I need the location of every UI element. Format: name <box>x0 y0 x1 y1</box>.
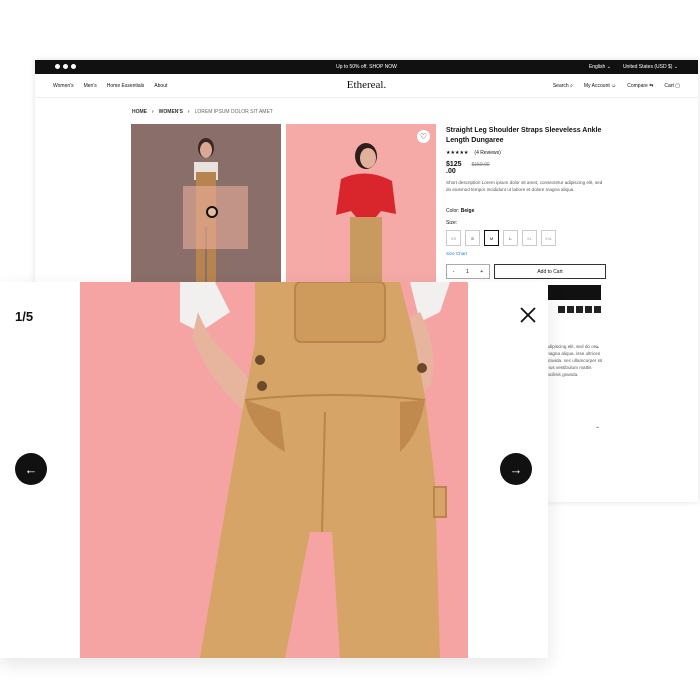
search-icon: ⌕ <box>570 83 573 89</box>
compare-link[interactable]: Compare ⇆ <box>627 83 653 89</box>
color-selector: Color: Beige <box>446 208 606 214</box>
previous-image-button[interactable]: ← <box>15 453 47 485</box>
compare-label: Compare <box>627 83 648 89</box>
size-option-l[interactable]: L <box>503 230 518 246</box>
review-count[interactable]: (4 Reviews) <box>474 150 500 156</box>
current-price: $125 <box>446 161 462 168</box>
bag-icon: ▢ <box>675 83 680 89</box>
price-cents: .00 <box>446 168 456 175</box>
stage: Up to 50% off. SHOP NOW English ⌄ United… <box>0 0 700 700</box>
star-rating: ★★★★★ <box>446 150 469 156</box>
heart-icon[interactable]: ♡ <box>417 130 430 143</box>
locale-selectors: English ⌄ United States (USD $) ⌄ <box>589 64 678 70</box>
arrow-left-icon: ← <box>24 461 38 477</box>
breadcrumb-category[interactable]: WOMEN'S <box>159 109 183 115</box>
plus-icon[interactable]: + <box>480 269 483 275</box>
announcement-bar: Up to 50% off. SHOP NOW English ⌄ United… <box>35 60 698 74</box>
search-link[interactable]: Search ⌕ <box>553 83 573 89</box>
chevron-up-icon[interactable]: ⌃ <box>595 426 600 433</box>
chevron-right-icon: › <box>152 109 154 115</box>
currency-value: United States (USD $) <box>622 64 673 70</box>
size-option-xs[interactable]: XS <box>446 230 461 246</box>
email-icon[interactable] <box>594 306 601 313</box>
quantity-value: 1 <box>465 268 469 275</box>
add-to-cart-button[interactable]: Add to Cart <box>494 264 606 279</box>
model-figure <box>336 143 396 284</box>
account-link[interactable]: My Account ☺ <box>584 83 616 89</box>
arrow-right-icon: → <box>509 461 523 477</box>
size-chart-link[interactable]: Size Chart <box>446 251 606 256</box>
size-option-xxl[interactable]: XXL <box>541 230 556 246</box>
image-lightbox: 1/5 ← → <box>0 282 548 658</box>
size-option-m[interactable]: M <box>484 230 499 246</box>
rating: ★★★★★ (4 Reviews) <box>446 150 606 156</box>
short-description: Short description Lorem ipsum dolor sit … <box>446 180 603 192</box>
zoom-icon[interactable] <box>206 206 218 218</box>
price: $125 $150.00 <box>446 161 606 168</box>
product-image-secondary[interactable]: ♡ <box>286 124 436 284</box>
main-nav: Women's Men's Home Essentials About Ethe… <box>35 74 698 98</box>
account-label: My Account <box>583 83 610 89</box>
user-icon: ☺ <box>611 83 617 89</box>
size-options: XS S M L XL XXL <box>446 230 606 246</box>
twitter-icon[interactable] <box>585 306 592 313</box>
language-value: English <box>588 64 606 70</box>
color-label: Color: <box>446 208 460 214</box>
size-option-xl[interactable]: XL <box>522 230 537 246</box>
color-value: Beige <box>460 208 475 214</box>
image-counter: 1/5 <box>15 309 34 324</box>
search-label: Search <box>552 83 569 89</box>
size-option-s[interactable]: S <box>465 230 480 246</box>
pinterest-icon[interactable] <box>558 306 565 313</box>
currency-select[interactable]: United States (USD $) ⌄ <box>623 64 678 70</box>
compare-icon: ⇆ <box>649 83 654 89</box>
product-image-main[interactable] <box>131 124 281 284</box>
size-label: Size: <box>446 220 458 226</box>
chevron-up-icon[interactable]: ⌃ <box>595 346 600 353</box>
zoom-lens <box>183 186 248 249</box>
next-image-button[interactable]: → <box>500 453 532 485</box>
lightbox-image <box>80 282 468 658</box>
cart-link[interactable]: Cart ▢ <box>664 83 680 89</box>
overalls-closeup <box>80 282 468 658</box>
facebook-share-icon[interactable] <box>576 306 583 313</box>
nav-actions: Search ⌕ My Account ☺ Compare ⇆ Cart ▢ <box>553 83 680 89</box>
close-icon[interactable] <box>519 306 537 324</box>
chevron-right-icon: › <box>187 109 190 115</box>
breadcrumb-current: LOREM IPSUM DOLOR SIT AMET <box>194 109 273 115</box>
language-select[interactable]: English ⌄ <box>589 64 611 70</box>
breadcrumb: HOME › WOMEN'S › LOREM IPSUM DOLOR SIT A… <box>132 109 273 115</box>
purchase-row: - 1 + Add to Cart <box>446 264 606 279</box>
breadcrumb-home[interactable]: HOME <box>132 109 147 115</box>
old-price: $150.00 <box>471 162 490 168</box>
minus-icon[interactable]: - <box>453 269 455 275</box>
cart-label: Cart <box>664 83 674 89</box>
product-title: Straight Leg Shoulder Straps Sleeveless … <box>446 127 602 144</box>
quantity-stepper[interactable]: - 1 + <box>446 264 490 279</box>
linkedin-icon[interactable] <box>567 306 574 313</box>
